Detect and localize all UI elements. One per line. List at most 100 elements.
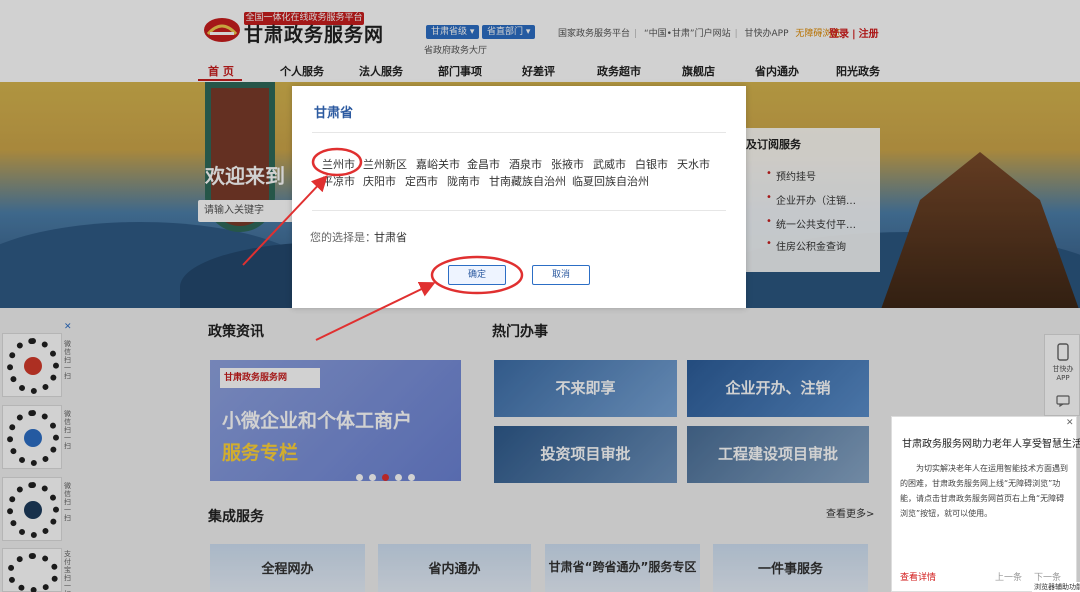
policy-card-headline: 小微企业和个体工商户 [222, 406, 412, 433]
qr-code [2, 333, 62, 397]
policy-banner-card[interactable]: 甘肃政务服务网 小微企业和个体工商户 服务专栏 [210, 360, 461, 481]
city-baiyin[interactable]: 白银市 [635, 156, 668, 172]
service-card-cross-province[interactable]: 甘肃省“跨省通办”服务专区 [545, 544, 700, 592]
top-link-app[interactable]: 甘快办APP [745, 29, 789, 39]
qr-logo [24, 357, 42, 375]
service-card-online[interactable]: 全程网办 [210, 544, 365, 592]
nav-supermarket[interactable]: 政务超市 [597, 63, 641, 79]
sub-item-enterprise[interactable]: 企业开办（注销… [776, 192, 856, 207]
region-select-label: 甘肃省级 [431, 27, 467, 37]
hot-tile-investment[interactable]: 投资项目审批 [494, 426, 677, 483]
gansu-emblem-icon[interactable] [202, 12, 242, 44]
sub-item-housing-fund[interactable]: 住房公积金查询 [776, 238, 846, 253]
subscription-panel: 及订阅服务 预约挂号 企业开办（注销… 统一公共支付平… 住房公积金查询 [746, 128, 880, 272]
carousel-dot[interactable] [369, 474, 376, 481]
nav-rating[interactable]: 好差评 [522, 63, 555, 79]
login-link[interactable]: 登录 [829, 29, 849, 40]
site-title[interactable]: 甘肃政务服务网 [244, 24, 384, 46]
carousel-dot[interactable] [395, 474, 402, 481]
nav-active-indicator [198, 79, 242, 81]
qr-caption: 微信扫一扫 [64, 410, 72, 450]
notice-popup: ✕ 甘肃政务服务网助力老年人享受智慧生活 为切实解决老年人在运用智能技术方面遇到… [891, 416, 1077, 592]
qr-pattern [7, 553, 59, 592]
divider: | [852, 29, 856, 40]
nav-dept-items[interactable]: 部门事项 [438, 63, 482, 79]
carousel-dot[interactable] [382, 474, 389, 481]
banner-welcome: 欢迎来到 [205, 160, 285, 189]
city-lanzhou-newarea[interactable]: 兰州新区 [363, 156, 407, 172]
service-card-one-thing[interactable]: 一件事服务 [713, 544, 868, 592]
message-icon[interactable] [1056, 395, 1070, 407]
hot-tile-construction[interactable]: 工程建设项目审批 [687, 426, 869, 483]
close-icon[interactable]: ✕ [1066, 418, 1074, 428]
qr-code [2, 477, 62, 541]
policy-card-site: 甘肃政务服务网 [220, 368, 320, 388]
divider [312, 132, 726, 133]
policy-card-subheadline: 服务专栏 [222, 438, 298, 465]
more-link[interactable]: 查看更多> [826, 505, 874, 520]
float-bar-label: 甘快办APP [1049, 365, 1077, 383]
notice-title: 甘肃政务服务网助力老年人享受智慧生活 [902, 435, 1080, 450]
site-header: 全国一体化在线政务服务平台 甘肃政务服务网 甘肃省级 ▾ 省直部门 ▾ 省政府政… [0, 0, 1080, 82]
status-tag: 浏览器辅助功能 [1032, 582, 1080, 592]
city-longnan[interactable]: 陇南市 [447, 173, 480, 189]
qr-close-icon[interactable]: ✕ [64, 322, 72, 332]
subscription-title: 及订阅服务 [746, 136, 801, 152]
city-jiayuguan[interactable]: 嘉峪关市 [416, 156, 460, 172]
notice-prev-button[interactable]: 上一条 [995, 570, 1022, 583]
search-input[interactable]: 请输入关键字 [198, 200, 292, 222]
cancel-button[interactable]: 取消 [532, 265, 590, 285]
carousel-dot[interactable] [356, 474, 363, 481]
service-card-province[interactable]: 省内通办 [378, 544, 531, 592]
qr-caption: 微信扫一扫 [64, 340, 72, 380]
section-policy-title: 政策资讯 [208, 321, 264, 341]
hot-tile-enterprise[interactable]: 企业开办、注销 [687, 360, 869, 417]
top-link-national[interactable]: 国家政务服务平台 [558, 29, 630, 39]
dept-select[interactable]: 省直部门 ▾ [482, 25, 535, 39]
region-select[interactable]: 甘肃省级 ▾ [426, 25, 479, 39]
choice-label: 您的选择是： [310, 229, 376, 245]
city-jinchang[interactable]: 金昌市 [467, 156, 500, 172]
nav-home[interactable]: 首 页 [208, 63, 234, 79]
divider [312, 210, 726, 211]
hall-link[interactable]: 省政府政务大厅 [424, 43, 487, 56]
city-dingxi[interactable]: 定西市 [405, 173, 438, 189]
notice-detail-link[interactable]: 查看详情 [900, 570, 936, 583]
city-pingliang[interactable]: 平凉市 [322, 173, 355, 189]
nav-flagship[interactable]: 旗舰店 [682, 63, 715, 79]
chevron-down-icon: ▾ [526, 27, 531, 37]
qr-logo [24, 501, 42, 519]
sub-item-payment[interactable]: 统一公共支付平… [776, 216, 856, 231]
top-links: 国家政务服务平台| “中国•甘肃”门户网站| 甘快办APP 无障碍浏览 [558, 26, 844, 39]
city-jiuquan[interactable]: 酒泉市 [509, 156, 542, 172]
city-lanzhou[interactable]: 兰州市 [322, 156, 355, 172]
hot-tile-instant[interactable]: 不来即享 [494, 360, 677, 417]
qr-caption: 微信扫一扫 [64, 482, 72, 522]
city-gannan[interactable]: 甘南藏族自治州 [489, 173, 566, 189]
dialog-title: 甘肃省 [314, 102, 353, 121]
app-float-bar[interactable]: 甘快办APP [1044, 334, 1080, 416]
city-zhangye[interactable]: 张掖市 [551, 156, 584, 172]
top-link-portal[interactable]: “中国•甘肃”门户网站 [644, 29, 731, 39]
choice-value: 甘肃省 [374, 229, 407, 245]
confirm-button[interactable]: 确定 [448, 265, 506, 285]
nav-province[interactable]: 省内通办 [755, 63, 799, 79]
carousel-dot[interactable] [408, 474, 415, 481]
qr-logo [24, 429, 42, 447]
nav-personal[interactable]: 个人服务 [280, 63, 324, 79]
register-link[interactable]: 注册 [859, 29, 879, 40]
city-linxia[interactable]: 临夏回族自治州 [572, 173, 649, 189]
divider: | [735, 29, 738, 39]
divider: | [634, 29, 637, 39]
qr-code [2, 548, 62, 592]
nav-legal[interactable]: 法人服务 [359, 63, 403, 79]
city-tianshui[interactable]: 天水市 [677, 156, 710, 172]
banner-pagoda-image [880, 152, 1080, 308]
qr-caption: 支付宝扫一扫 [64, 550, 72, 592]
notice-body: 为切实解决老年人在运用智能技术方面遇到的困难，甘肃政务服务网上线“无障碍浏览”功… [900, 461, 1070, 521]
sub-item-appointment[interactable]: 预约挂号 [776, 168, 816, 183]
region-select-dialog: 甘肃省 兰州市 兰州新区 嘉峪关市 金昌市 酒泉市 张掖市 武威市 白银市 天水… [292, 86, 746, 308]
city-wuwei[interactable]: 武威市 [593, 156, 626, 172]
city-qingyang[interactable]: 庆阳市 [363, 173, 396, 189]
nav-sunshine[interactable]: 阳光政务 [836, 63, 880, 79]
